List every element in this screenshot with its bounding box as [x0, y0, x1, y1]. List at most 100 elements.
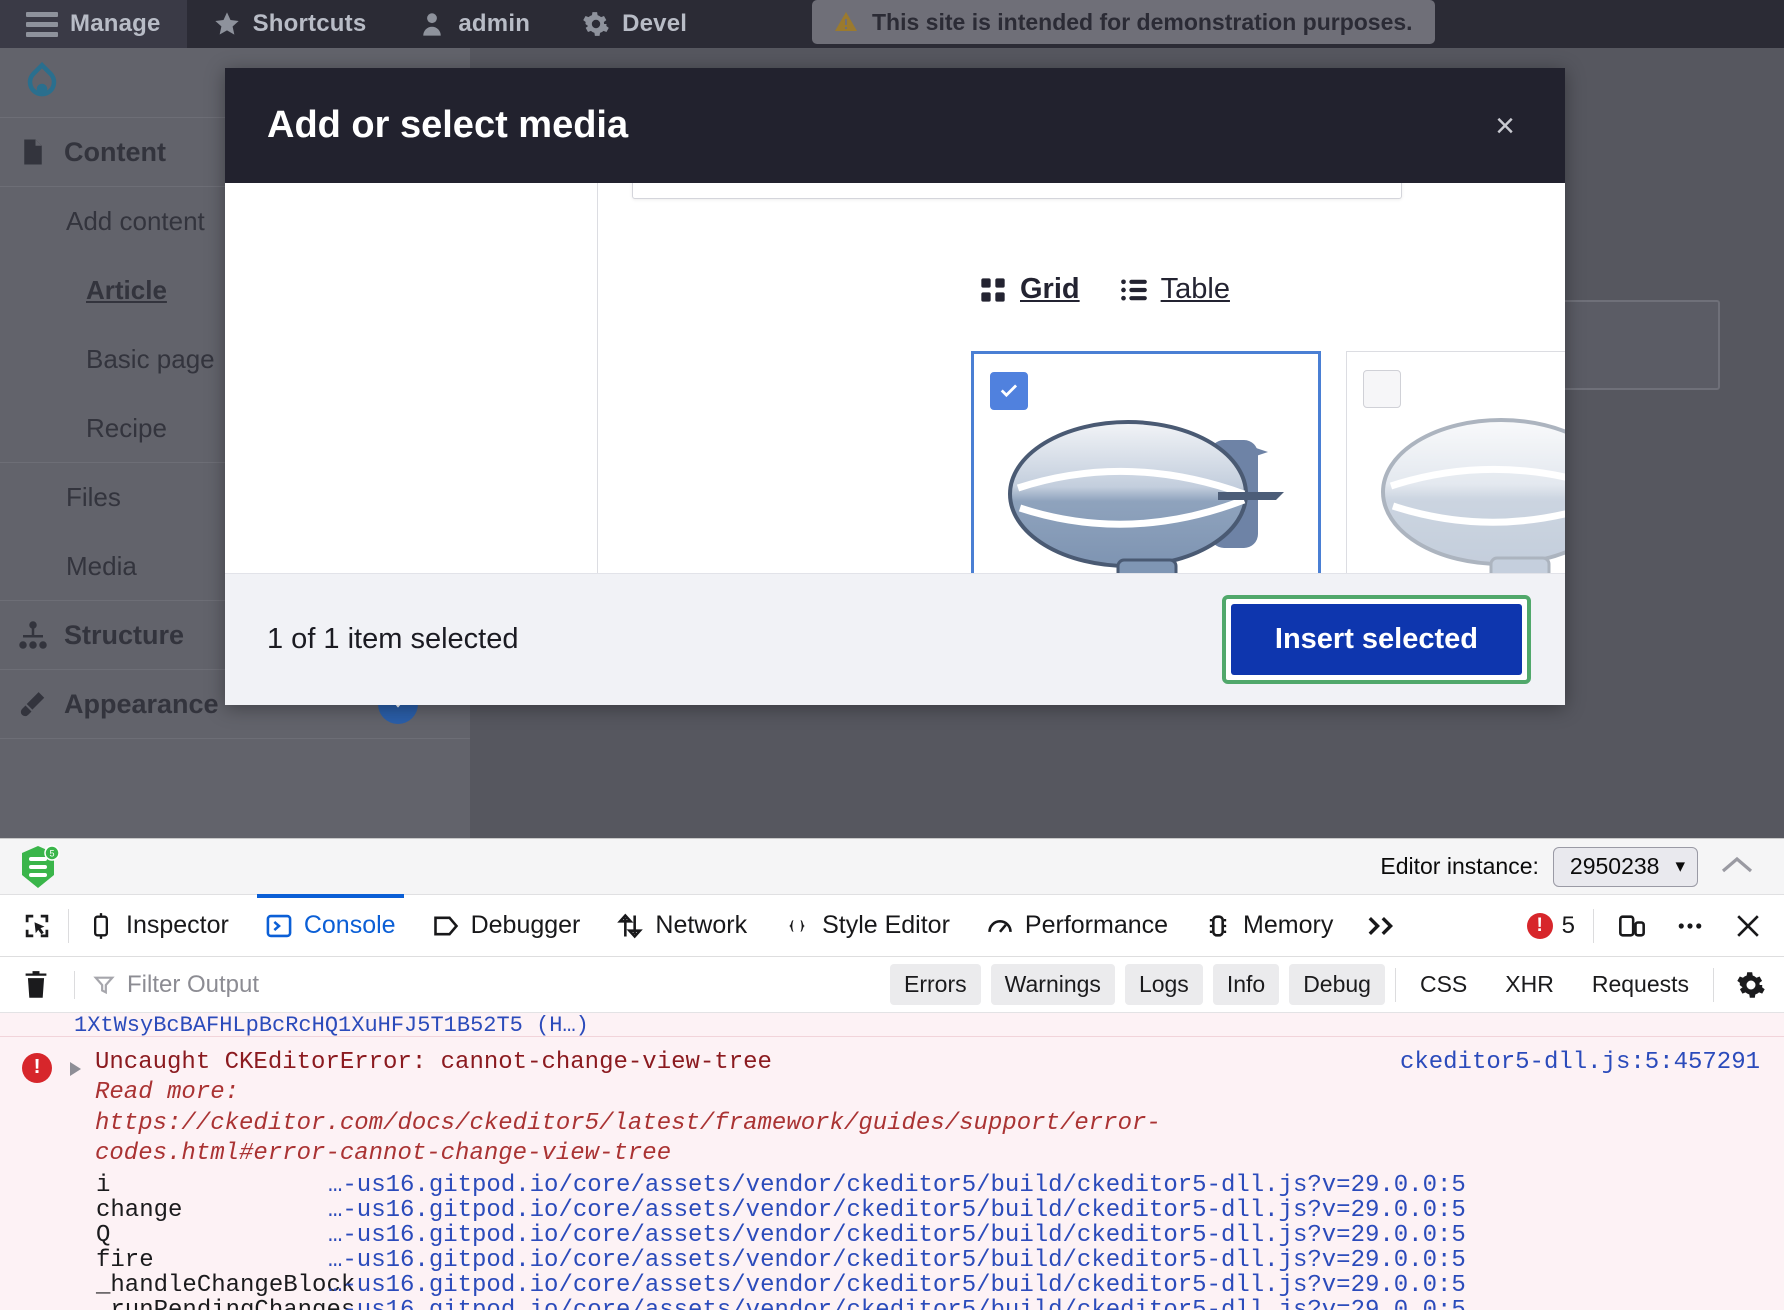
stack-row[interactable]: _handleChangeBlock …-us16.gitpod.io/core…	[96, 1271, 1784, 1299]
stack-fn: fire	[96, 1247, 154, 1275]
view-mode-switch: Grid Table	[979, 273, 1230, 306]
upload-field[interactable]	[632, 183, 1402, 199]
dialog-title: Add or select media	[267, 104, 629, 146]
gear-icon	[583, 12, 609, 36]
responsive-design-mode-icon[interactable]	[1612, 910, 1652, 942]
sidebar-item-content-label: Content	[64, 136, 166, 167]
filter-requests-button[interactable]: Requests	[1578, 964, 1703, 1005]
media-item-2-checkbox[interactable]	[1363, 370, 1401, 408]
view-mode-grid[interactable]: Grid	[979, 273, 1080, 306]
list-icon	[1120, 279, 1147, 300]
toolbar-item-shortcuts-label: Shortcuts	[252, 10, 367, 37]
console-previous-row[interactable]: 1XtWsyBcBAFHLpBcRcHQ1XuHFJ5T1B52T5 (H…)	[0, 1013, 1784, 1037]
error-count-badge[interactable]: ! 5	[1526, 912, 1575, 940]
filter-errors-button[interactable]: Errors	[890, 964, 981, 1005]
error-icon: !	[1526, 912, 1553, 939]
blimp-thumbnail-2	[1381, 418, 1565, 573]
memory-icon	[1209, 914, 1227, 937]
view-mode-table[interactable]: Table	[1120, 273, 1230, 306]
tab-console[interactable]: Console	[247, 894, 414, 956]
stack-fn: change	[96, 1197, 183, 1225]
element-picker-icon[interactable]	[14, 911, 68, 941]
stack-row[interactable]: change …-us16.gitpod.io/core/assets/vend…	[96, 1197, 1784, 1225]
view-mode-table-label: Table	[1160, 273, 1230, 305]
blimp-thumbnail-1	[1008, 420, 1284, 573]
tab-network[interactable]: Network	[598, 895, 765, 956]
sidebar-item-article-label: Article	[86, 275, 167, 305]
filter-warnings-button[interactable]: Warnings	[990, 964, 1115, 1005]
console-error-row[interactable]: ckeditor5-dll.js:5:457291 ! Uncaught CKE…	[0, 1037, 1784, 1310]
insert-selected-button[interactable]: Insert selected	[1230, 604, 1522, 675]
dialog-footer: 1 of 1 item selected Insert selected	[225, 573, 1565, 705]
stack-fn: _runPendingChanges	[96, 1298, 355, 1310]
stack-row[interactable]: Q …-us16.gitpod.io/core/assets/vendor/ck…	[96, 1222, 1784, 1250]
console-error-source-link[interactable]: ckeditor5-dll.js:5:457291	[1400, 1049, 1760, 1076]
toolbar-item-shortcuts[interactable]: Shortcuts	[187, 0, 393, 48]
filter-debug-button[interactable]: Debug	[1289, 964, 1385, 1005]
stack-url[interactable]: …-us16.gitpod.io/core/assets/vendor/cked…	[328, 1198, 1466, 1224]
meatball-menu-icon[interactable]	[1670, 910, 1710, 942]
tab-network-label: Network	[655, 911, 748, 939]
toolbar-divider	[1593, 908, 1594, 943]
drupal-logo-icon	[27, 61, 57, 96]
tab-style-editor[interactable]: Style Editor	[765, 895, 968, 956]
editor-instance-control: Editor instance: 2950238 ▾	[1380, 846, 1762, 887]
tab-console-label: Console	[303, 911, 396, 939]
trash-icon[interactable]	[14, 968, 58, 1002]
sidebar-item-appearance-label: Appearance	[64, 688, 219, 719]
expand-arrow-icon[interactable]	[70, 1062, 81, 1076]
stack-fn: Q	[96, 1222, 111, 1250]
paintbrush-icon	[20, 692, 45, 717]
stack-fn: _handleChangeBlock	[96, 1271, 356, 1299]
document-icon	[24, 139, 42, 165]
dialog-left-pane	[225, 183, 598, 573]
console-output[interactable]: 1XtWsyBcBAFHLpBcRcHQ1XuHFJ5T1B52T5 (H…) …	[0, 1013, 1784, 1310]
close-icon[interactable]: ×	[1485, 103, 1525, 149]
console-stack-trace: i …-us16.gitpod.io/core/assets/vendor/ck…	[0, 1173, 1784, 1310]
filter-logs-button[interactable]: Logs	[1124, 964, 1203, 1005]
editor-instance-label: Editor instance:	[1380, 853, 1539, 879]
dialog-right-pane: Grid Table	[598, 183, 1565, 573]
sidebar-item-media-label: Media	[66, 550, 137, 581]
toolbar-item-manage[interactable]: Manage	[0, 0, 187, 48]
check-icon	[1000, 384, 1018, 398]
filter-input[interactable]	[127, 970, 891, 999]
editor-instance-select[interactable]: 2950238 ▾	[1552, 846, 1698, 887]
console-filter-bar: Errors Warnings Logs Info Debug CSS XHR …	[0, 957, 1784, 1013]
filter-xhr-button[interactable]: XHR	[1491, 964, 1568, 1005]
style-editor-icon	[788, 919, 806, 932]
media-item-1[interactable]	[971, 351, 1321, 573]
stack-url[interactable]: …-us16.gitpod.io/core/assets/vendor/cked…	[328, 1173, 1466, 1199]
sidebar-item-recipe-label: Recipe	[86, 412, 167, 443]
ckeditor-inspector-icon[interactable]: 5	[18, 844, 60, 889]
stack-row[interactable]: i …-us16.gitpod.io/core/assets/vendor/ck…	[96, 1173, 1784, 1199]
tab-memory[interactable]: Memory	[1186, 895, 1351, 956]
sidebar-item-files-label: Files	[66, 482, 121, 512]
filter-css-button[interactable]: CSS	[1406, 964, 1481, 1005]
stack-url[interactable]: …-us16.gitpod.io/core/assets/vendor/cked…	[328, 1248, 1466, 1274]
stack-row[interactable]: fire …-us16.gitpod.io/core/assets/vendor…	[96, 1247, 1784, 1275]
console-error-readmore[interactable]: Read more: https://ckeditor.com/docs/cke…	[95, 1078, 1275, 1170]
media-item-1-checkbox[interactable]	[990, 372, 1028, 410]
media-item-2[interactable]	[1346, 351, 1565, 573]
gear-icon[interactable]	[1724, 968, 1770, 1002]
toolbar-item-devel[interactable]: Devel	[556, 0, 713, 48]
chevron-up-icon[interactable]	[1712, 850, 1762, 883]
view-mode-grid-label: Grid	[1020, 273, 1080, 305]
stack-url[interactable]: …-us16.gitpod.io/core/assets/vendor/cked…	[328, 1273, 1466, 1299]
toolbar-item-admin[interactable]: admin	[392, 0, 556, 48]
dialog-header: Add or select media ×	[225, 68, 1565, 183]
close-icon[interactable]	[1728, 910, 1768, 942]
tab-inspector[interactable]: Inspector	[69, 895, 247, 956]
stack-url[interactable]: …-us16.gitpod.io/core/assets/vendor/cked…	[328, 1223, 1466, 1249]
chevrons-right-icon[interactable]	[1351, 913, 1415, 939]
filter-info-button[interactable]: Info	[1212, 964, 1280, 1005]
funnel-icon	[93, 974, 115, 996]
admin-toolbar: Manage Shortcuts admin Devel This site i…	[0, 0, 1784, 48]
star-icon	[214, 12, 239, 35]
stack-url[interactable]: …-us16.gitpod.io/core/assets/vendor/cked…	[328, 1298, 1466, 1310]
tab-style-editor-label: Style Editor	[822, 911, 950, 939]
tab-performance[interactable]: Performance	[968, 895, 1186, 956]
tab-debugger[interactable]: Debugger	[414, 895, 599, 956]
stack-row[interactable]: _runPendingChanges …-us16.gitpod.io/core…	[96, 1298, 1784, 1310]
